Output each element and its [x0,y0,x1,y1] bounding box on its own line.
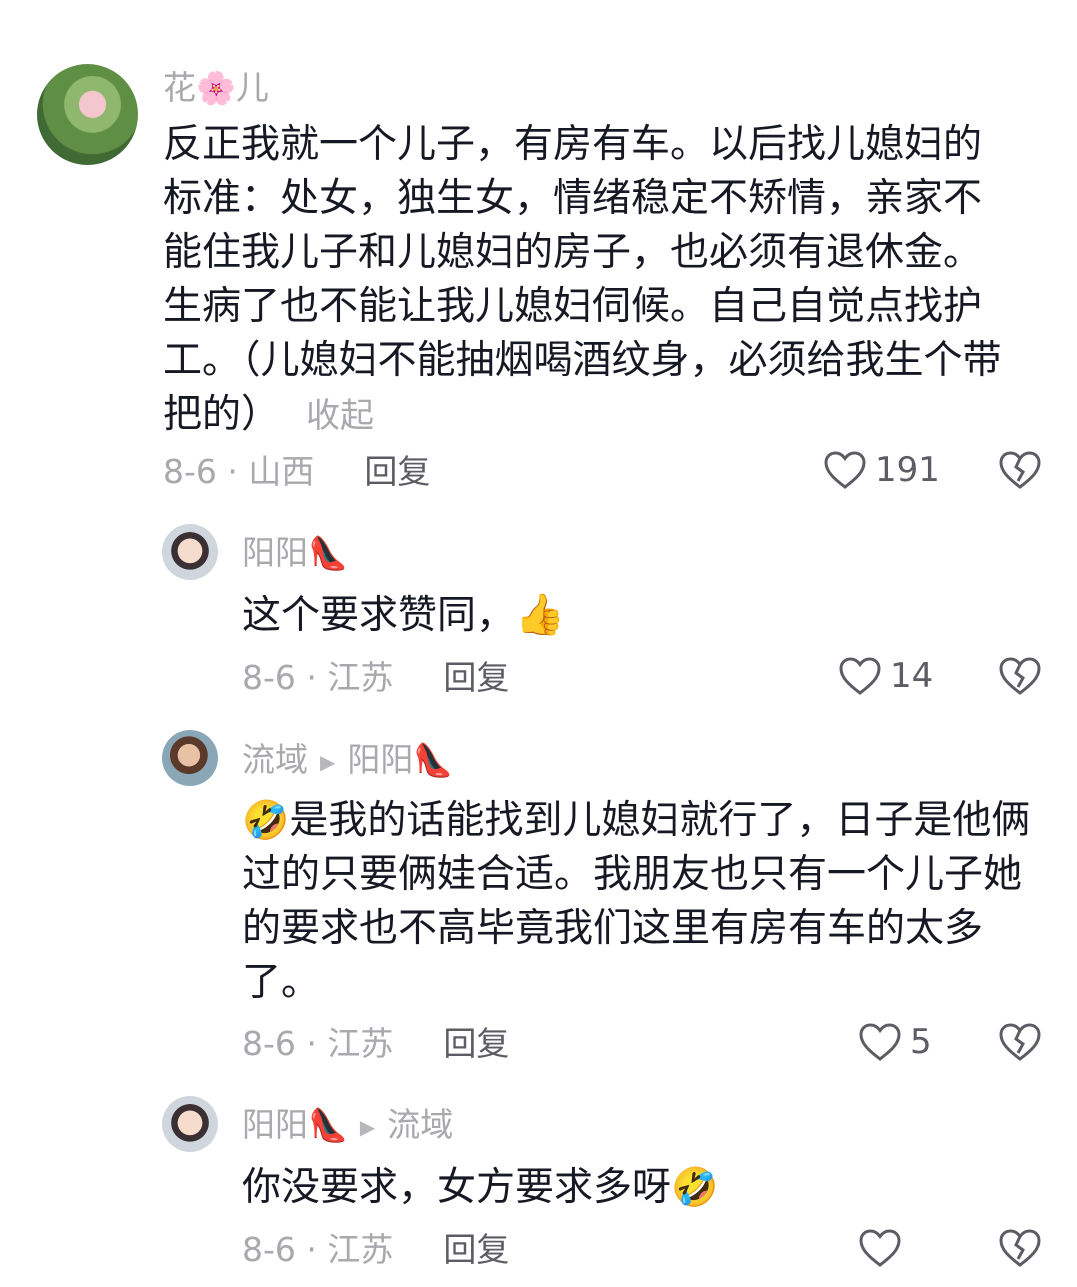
reply-button[interactable]: 回复 [443,1024,509,1063]
high-heel-emoji: 👠 [413,741,454,779]
heart-outline-icon [858,1228,902,1268]
reply-button[interactable]: 回复 [364,452,430,491]
like-button[interactable]: 14 [838,656,933,696]
avatar[interactable] [162,524,218,580]
username[interactable]: 阳阳👠 ▶ 流域 [242,1105,453,1147]
like-button[interactable] [858,1228,910,1268]
heart-outline-icon [838,656,882,696]
reply-text: 这个要求赞同，👍 [242,588,1022,643]
dislike-button[interactable] [998,1228,1042,1268]
reply-body: 你没要求，女方要求多呀 [242,1165,672,1210]
like-count: 191 [875,450,940,490]
high-heel-emoji: 👠 [308,1106,348,1144]
date-location: 8-6 · 江苏 [242,658,394,697]
dislike-button[interactable] [998,1022,1042,1062]
reply-meta: 8-6 · 江苏 回复 [242,658,509,698]
like-button[interactable]: 191 [823,450,940,490]
like-button[interactable]: 5 [858,1022,932,1062]
reply-body: 是我的话能找到儿媳妇就行了，日子是他俩过的只要俩娃合适。我朋友也只有一个儿子她的… [242,798,1031,1005]
rofl-emoji: 🤣 [671,1165,719,1209]
dislike-button[interactable] [998,450,1042,490]
avatar[interactable] [162,730,218,786]
avatar[interactable] [162,1096,218,1152]
triangle-right-icon: ▶ [359,1114,376,1139]
triangle-right-icon: ▶ [320,749,336,774]
reply-meta: 8-6 · 江苏 回复 [242,1230,509,1270]
reply-text: 你没要求，女方要求多呀🤣 [242,1160,1032,1215]
reply-text: 🤣是我的话能找到儿媳妇就行了，日子是他俩过的只要俩娃合适。我朋友也只有一个儿子她… [242,793,1032,1010]
reply-button[interactable]: 回复 [443,1230,509,1269]
high-heel-emoji: 👠 [308,534,348,572]
date-location: 8-6 · 江苏 [242,1230,394,1269]
username[interactable]: 阳阳👠 [242,533,348,573]
broken-heart-icon [998,1022,1042,1062]
comment-body: 反正我就一个儿子，有房有车。以后找儿媳妇的标准：处女，独生女，情绪稳定不矫情，亲… [163,122,1002,437]
heart-outline-icon [858,1022,902,1062]
reply-to-user: 流域 [387,1105,454,1144]
like-count: 14 [890,656,934,696]
dislike-button[interactable] [998,656,1042,696]
like-count: 5 [910,1022,932,1062]
broken-heart-icon [998,656,1042,696]
reply-to-user: 阳阳 [347,740,414,779]
date-location: 8-6 · 山西 [163,452,315,491]
thumbs-up-emoji: 👍 [515,592,565,638]
heart-outline-icon [823,450,867,490]
username[interactable]: 花🌸儿 [163,68,269,108]
date-location: 8-6 · 江苏 [242,1024,394,1063]
broken-heart-icon [998,1228,1042,1268]
comment-meta: 8-6 · 山西 回复 [163,452,430,492]
comment-text: 反正我就一个儿子，有房有车。以后找儿媳妇的标准：处女，独生女，情绪稳定不矫情，亲… [163,118,1013,443]
reply-meta: 8-6 · 江苏 回复 [242,1024,509,1064]
collapse-link[interactable]: 收起 [306,396,374,436]
avatar[interactable] [37,64,138,165]
broken-heart-icon [998,450,1042,490]
reply-body: 这个要求赞同， [242,593,516,638]
reply-button[interactable]: 回复 [443,658,509,697]
rofl-emoji: 🤣 [242,798,290,842]
blossom-emoji: 🌸 [196,69,236,107]
username[interactable]: 流域 ▶ 阳阳👠 [242,740,453,782]
